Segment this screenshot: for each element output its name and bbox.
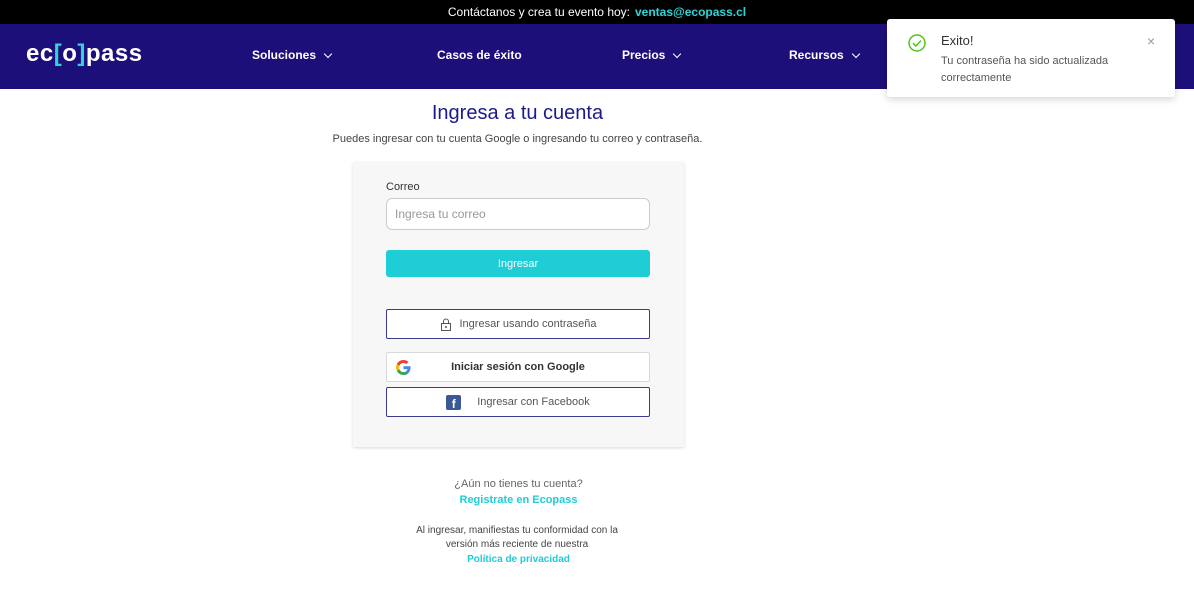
- success-toast: Exito! Tu contraseña ha sido actualizada…: [887, 19, 1175, 97]
- lock-icon: [440, 318, 451, 331]
- nav-recursos[interactable]: Recursos: [789, 48, 860, 62]
- contact-text: Contáctanos y crea tu evento hoy:: [447, 5, 630, 19]
- facebook-login-button[interactable]: f Ingresar con Facebook: [386, 387, 650, 417]
- nav-casos-de-exito[interactable]: Casos de éxito: [437, 48, 522, 62]
- google-login-button[interactable]: Iniciar sesión con Google: [386, 352, 650, 382]
- chevron-down-icon: [673, 49, 682, 58]
- legal-text-line2: versión más reciente de nuestra: [445, 539, 589, 550]
- no-account-text: ¿Aún no tienes tu cuenta?: [454, 478, 583, 490]
- ecopass-logo[interactable]: ec[o] pass: [26, 40, 143, 68]
- nav-precios[interactable]: Precios: [622, 48, 682, 62]
- google-icon: [396, 360, 411, 375]
- password-login-button[interactable]: Ingresar usando contraseña: [386, 309, 650, 339]
- sales-email-link[interactable]: ventas@ecopass.cl: [635, 5, 746, 19]
- login-card: Correo Ingresar Ingresar usando contrase…: [353, 162, 684, 447]
- page-title: Ingresa a tu cuenta: [431, 102, 604, 124]
- login-submit-button[interactable]: Ingresar: [386, 250, 650, 277]
- chevron-down-icon: [851, 49, 860, 58]
- email-label: Correo: [386, 181, 420, 193]
- nav-soluciones[interactable]: Soluciones: [252, 48, 333, 62]
- register-link[interactable]: Registrate en Ecopass: [0, 494, 1037, 506]
- legal-text-line1: Al ingresar, manifiestas tu conformidad …: [416, 525, 618, 536]
- email-field[interactable]: [386, 198, 650, 230]
- check-circle-icon: [908, 34, 926, 52]
- toast-title: Exito!: [941, 33, 974, 48]
- close-icon[interactable]: ×: [1147, 33, 1155, 49]
- page-subtitle: Puedes ingresar con tu cuenta Google o i…: [332, 133, 703, 145]
- facebook-icon: f: [446, 394, 462, 410]
- chevron-down-icon: [323, 49, 333, 58]
- toast-message: Tu contraseña ha sido actualizada correc…: [941, 55, 1109, 84]
- privacy-policy-link[interactable]: Política de privacidad: [0, 554, 1037, 565]
